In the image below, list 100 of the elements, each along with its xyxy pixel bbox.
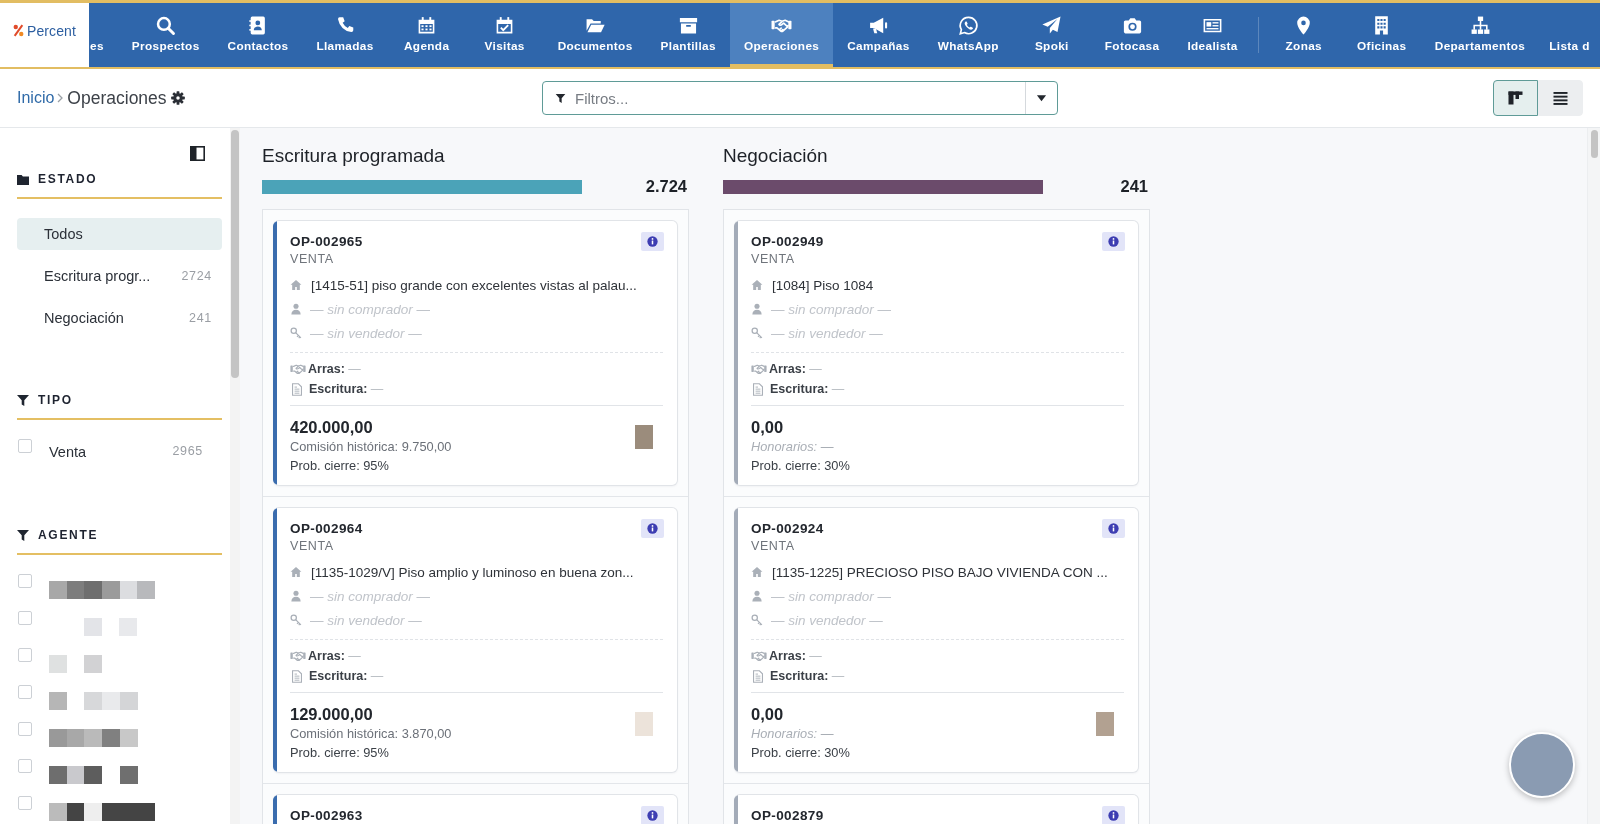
checkbox[interactable] (18, 439, 32, 453)
key-icon (751, 614, 763, 626)
info-button[interactable] (641, 518, 664, 538)
handshake-icon (751, 650, 767, 662)
nav-tab[interactable]: Prospectos (117, 3, 214, 67)
logo-text: Percent (27, 22, 76, 39)
page-title: Operaciones (67, 87, 167, 109)
nav-tab[interactable]: Contactos (213, 3, 303, 67)
filter-input[interactable]: Filtros... (575, 87, 1025, 109)
info-icon (647, 809, 658, 821)
nav-tab[interactable]: Oficinas (1342, 3, 1421, 67)
field-text: Escritura: — (309, 382, 384, 396)
list-view-button[interactable] (1538, 80, 1583, 116)
status-filter-item[interactable]: Negociación 241 (17, 302, 222, 334)
info-button[interactable] (641, 805, 664, 824)
operation-card[interactable]: OP-002963 (273, 794, 678, 824)
nav-tab[interactable]: Llamadas (302, 3, 388, 67)
operation-card[interactable]: OP-002924 VENTA [1135-1225] PRECIOSO PISO BAJO VIVIENDA CON ... — sin comprador — — sin vendedor — Arras: — Escritura: — 0,00 Honorarios: — Prob. cierre: 30% (734, 507, 1139, 773)
nav-tab[interactable]: Campañas (833, 3, 924, 67)
board-view-button[interactable] (1493, 80, 1538, 116)
column-count: 2.724 (645, 177, 687, 196)
fee-text: Comisión histórica: 9.750,00 (290, 438, 452, 456)
folder-icon (17, 173, 29, 185)
buyer-text: — sin comprador — (771, 301, 892, 317)
status-filter-item[interactable]: Todos (17, 218, 222, 250)
property-title: [1135-1225] PRECIOSO PISO BAJO VIVIENDA CON ... (772, 564, 1108, 580)
operation-card[interactable]: OP-002879 (734, 794, 1139, 824)
operation-amount: 0,00 (751, 704, 784, 725)
property-title: [1084] Piso 1084 (772, 277, 874, 293)
field-text: Arras: — (769, 649, 822, 663)
operation-code: OP-002965 (290, 233, 363, 249)
checkbox[interactable] (18, 722, 32, 736)
checkbox[interactable] (18, 685, 32, 699)
sidebar-toggle-icon[interactable] (190, 146, 205, 161)
status-filter-item[interactable]: Escritura progr... 2724 (17, 260, 222, 292)
operation-type: VENTA (751, 538, 795, 555)
close-probability: Prob. cierre: 95% (290, 744, 389, 762)
funnel-icon (555, 92, 566, 104)
user-icon (290, 590, 302, 602)
nav-tab[interactable]: Zonas (1264, 3, 1343, 67)
info-icon (1108, 522, 1119, 534)
document-icon (291, 669, 303, 683)
nav-tab[interactable]: Idealista (1173, 3, 1252, 67)
checkbox[interactable] (18, 574, 32, 588)
nav-tab[interactable]: Documentos (543, 3, 647, 67)
checkbox[interactable] (18, 648, 32, 662)
nav-tab[interactable]: Fotocasa (1090, 3, 1174, 67)
nav-tab[interactable]: es (89, 3, 118, 67)
settings-icon[interactable] (170, 91, 185, 105)
field-text: Arras: — (308, 649, 361, 663)
close-probability: Prob. cierre: 30% (751, 457, 850, 475)
scrollbar-thumb[interactable] (231, 130, 239, 378)
pixelated-name-drawing (84, 618, 138, 636)
info-button[interactable] (641, 231, 664, 251)
nav-tab[interactable]: Plantillas (646, 3, 730, 67)
info-icon (1108, 809, 1119, 821)
home-icon (751, 279, 763, 291)
section-title: TIPO (38, 393, 73, 407)
checkbox[interactable] (18, 759, 32, 773)
column-count: 241 (1120, 177, 1148, 196)
info-button[interactable] (1102, 231, 1125, 251)
funnel-icon (17, 394, 29, 406)
checkbox[interactable] (18, 611, 32, 625)
filter-field[interactable]: Filtros... (542, 81, 1058, 115)
board-icon (1508, 91, 1523, 105)
operation-card[interactable]: OP-002949 VENTA [1084] Piso 1084 — sin comprador — — sin vendedor — Arras: — Escritura: — 0,00 Honorarios: — Prob. cierre: 30% (734, 220, 1139, 486)
checkbox[interactable] (18, 796, 32, 810)
nav-tab[interactable]: Spoki (1012, 3, 1091, 67)
operation-card[interactable]: OP-002965 VENTA [1415-51] piso grande con excelentes vistas al palau... — sin comprador — — sin vendedor — Arras: — Escritura: — 420.000,00 Comisión histórica: 9.750,00 Prob. cierre: 95% (273, 220, 678, 486)
operation-type: VENTA (290, 251, 334, 268)
operation-amount: 129.000,00 (290, 704, 373, 725)
scrollbar-thumb[interactable] (1591, 130, 1598, 158)
operation-code: OP-002964 (290, 520, 363, 536)
nav-tab[interactable]: Visitas (465, 3, 544, 67)
operation-card[interactable]: OP-002964 VENTA [1135-1029/V] Piso amplio y luminoso en buena zon... — sin comprador — — sin vendedor — Arras: — Escritura: — 129.000,00 Comisión histórica: 3.870,00 Prob. cierre: 95% (273, 507, 678, 773)
field-text: Arras: — (769, 362, 822, 376)
funnel-icon (17, 529, 29, 541)
nav-tab[interactable]: Lista d (1539, 3, 1590, 67)
operation-code: OP-002949 (751, 233, 824, 249)
nav-tab[interactable]: Departamentos (1420, 3, 1540, 67)
archive-box-icon (677, 15, 699, 36)
close-probability: Prob. cierre: 30% (751, 744, 850, 762)
breadcrumb-link[interactable]: Inicio (17, 89, 55, 107)
pixelated-name-drawing (49, 655, 103, 673)
nav-tab[interactable]: Agenda (387, 3, 466, 67)
buyer-text: — sin comprador — (310, 301, 431, 317)
seller-text: — sin vendedor — (771, 612, 883, 628)
seller-text: — sin vendedor — (310, 325, 422, 341)
user-icon (751, 590, 763, 602)
info-icon (1108, 235, 1119, 247)
info-button[interactable] (1102, 518, 1125, 538)
nav-tab[interactable]: Operaciones (729, 3, 834, 67)
seller-text: — sin vendedor — (771, 325, 883, 341)
checkbox-label: Venta (49, 443, 87, 461)
buyer-text: — sin comprador — (310, 588, 431, 604)
info-button[interactable] (1102, 805, 1125, 824)
fee-text: Honorarios: — (751, 438, 834, 456)
info-icon (647, 235, 658, 247)
column-title: Negociación (723, 144, 828, 168)
nav-tab[interactable]: WhatsApp (923, 3, 1013, 67)
